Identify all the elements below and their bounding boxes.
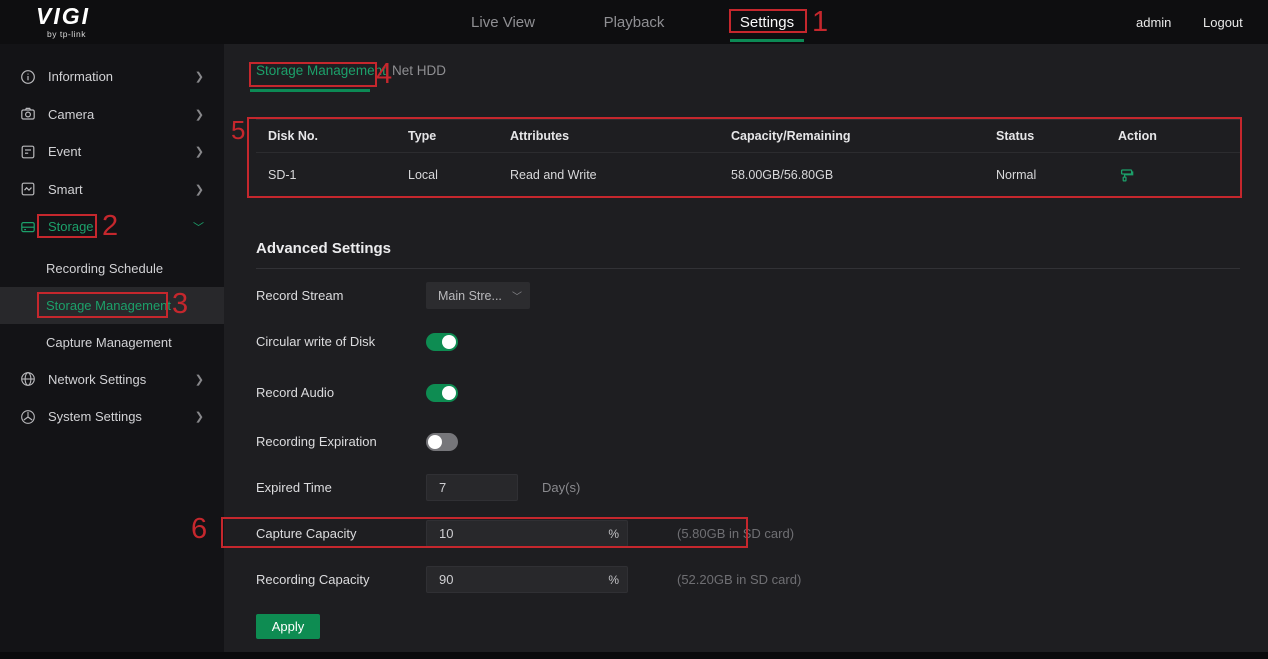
- tab-storage-management[interactable]: Storage Management: [256, 63, 386, 78]
- chevron-right-icon: ❯: [195, 410, 204, 423]
- event-icon: [20, 144, 36, 160]
- capture-capacity-label: Capture Capacity: [256, 526, 426, 541]
- sidebar-item-storage-management[interactable]: Storage Management: [0, 287, 224, 324]
- sidebar-item-recording-schedule[interactable]: Recording Schedule: [0, 250, 224, 287]
- recording-expiration-toggle[interactable]: [426, 433, 458, 451]
- chevron-right-icon: ❯: [195, 183, 204, 196]
- sidebar-subitem-label: Storage Management: [46, 298, 171, 313]
- vigi-logo: VIGI by tp-link: [36, 5, 90, 39]
- recording-capacity-hint: (52.20GB in SD card): [677, 566, 801, 593]
- sidebar-item-capture-management[interactable]: Capture Management: [0, 324, 224, 361]
- cell-disk-no: SD-1: [256, 168, 408, 182]
- logo-subtitle: by tp-link: [36, 29, 90, 39]
- sidebar-item-label: Network Settings: [48, 372, 195, 387]
- record-audio-label: Record Audio: [256, 385, 426, 400]
- tab-net-hdd[interactable]: Net HDD: [392, 63, 446, 78]
- record-stream-label: Record Stream: [256, 288, 426, 303]
- username-label: admin: [1136, 0, 1171, 44]
- sidebar-item-label: Smart: [48, 182, 195, 197]
- col-attributes: Attributes: [510, 129, 731, 143]
- sidebar-subitem-label: Capture Management: [46, 335, 172, 350]
- chevron-right-icon: ❯: [195, 70, 204, 83]
- circular-write-row: Circular write of Disk: [256, 328, 458, 355]
- record-audio-toggle[interactable]: [426, 384, 458, 402]
- expired-time-unit: Day(s): [542, 480, 580, 495]
- capture-capacity-input[interactable]: [426, 520, 628, 547]
- sidebar-item-event[interactable]: Event ❯: [0, 133, 224, 171]
- logo-title: VIGI: [36, 5, 90, 28]
- sidebar-item-camera[interactable]: Camera ❯: [0, 96, 224, 134]
- sidebar-item-information[interactable]: Information ❯: [0, 58, 224, 96]
- chevron-down-icon: ﹀: [512, 288, 522, 303]
- recording-expiration-label: Recording Expiration: [256, 434, 426, 449]
- col-disk-no: Disk No.: [256, 129, 408, 143]
- sidebar-item-label: System Settings: [48, 409, 195, 424]
- system-icon: [20, 409, 36, 425]
- circular-write-label: Circular write of Disk: [256, 334, 426, 349]
- chevron-down-icon: ﹀: [193, 219, 204, 235]
- section-divider: [256, 268, 1240, 269]
- cell-status: Normal: [996, 168, 1118, 182]
- record-audio-row: Record Audio: [256, 379, 458, 406]
- sidebar-item-label: Event: [48, 144, 195, 159]
- sidebar-item-label: Storage: [48, 219, 193, 234]
- format-roller-icon[interactable]: [1118, 167, 1230, 184]
- col-capacity: Capacity/Remaining: [731, 129, 996, 143]
- recording-capacity-input[interactable]: [426, 566, 628, 593]
- capture-capacity-hint: (5.80GB in SD card): [677, 520, 794, 547]
- sidebar-subitem-label: Recording Schedule: [46, 261, 163, 276]
- expired-time-label: Expired Time: [256, 480, 426, 495]
- expired-time-row: Expired Time Day(s): [256, 474, 580, 501]
- nav-active-underline: [730, 39, 804, 42]
- chevron-right-icon: ❯: [195, 145, 204, 158]
- sidebar-item-label: Camera: [48, 107, 195, 122]
- table-header-row: Disk No. Type Attributes Capacity/Remain…: [256, 120, 1240, 153]
- recording-capacity-row: Recording Capacity % (52.20GB in SD card…: [256, 566, 628, 593]
- sidebar-item-system-settings[interactable]: System Settings ❯: [0, 398, 224, 436]
- circular-write-toggle[interactable]: [426, 333, 458, 351]
- top-bar: VIGI by tp-link Live View Playback Setti…: [0, 0, 1268, 44]
- sidebar-item-storage[interactable]: Storage ﹀: [0, 208, 224, 246]
- nav-playback[interactable]: Playback: [604, 0, 665, 44]
- nav-settings[interactable]: Settings: [740, 0, 794, 44]
- advanced-settings-title: Advanced Settings: [256, 240, 391, 257]
- tab-active-underline: [250, 89, 370, 92]
- chevron-right-icon: ❯: [195, 373, 204, 386]
- expired-time-input[interactable]: [426, 474, 518, 501]
- main-content: Storage Management Net HDD Disk No. Type…: [224, 44, 1268, 659]
- recording-capacity-label: Recording Capacity: [256, 572, 426, 587]
- col-type: Type: [408, 129, 510, 143]
- sidebar-item-network-settings[interactable]: Network Settings ❯: [0, 361, 224, 399]
- sidebar-item-smart[interactable]: Smart ❯: [0, 171, 224, 209]
- sidebar: Information ❯ Camera ❯ Event ❯: [0, 44, 224, 659]
- app-window: VIGI by tp-link Live View Playback Setti…: [0, 0, 1268, 659]
- toggle-knob: [428, 435, 442, 449]
- disk-table: Disk No. Type Attributes Capacity/Remain…: [256, 119, 1240, 198]
- capture-capacity-row: Capture Capacity % (5.80GB in SD card): [256, 520, 628, 547]
- smart-icon: [20, 181, 36, 197]
- bottom-strip: [0, 652, 1268, 659]
- globe-icon: [20, 371, 36, 387]
- info-icon: [20, 69, 36, 85]
- nav-live-view[interactable]: Live View: [471, 0, 535, 44]
- camera-icon: [20, 106, 36, 122]
- chevron-right-icon: ❯: [195, 108, 204, 121]
- toggle-knob: [442, 335, 456, 349]
- cell-attributes: Read and Write: [510, 168, 731, 182]
- record-stream-row: Record Stream Main Stre... ﹀: [256, 282, 530, 309]
- col-status: Status: [996, 129, 1118, 143]
- cell-capacity: 58.00GB/56.80GB: [731, 168, 996, 182]
- recording-expiration-row: Recording Expiration: [256, 428, 458, 455]
- storage-submenu: Recording Schedule Storage Management Ca…: [0, 250, 224, 361]
- cell-type: Local: [408, 168, 510, 182]
- record-stream-value: Main Stre...: [438, 289, 512, 303]
- storage-icon: [20, 219, 36, 235]
- table-row: SD-1 Local Read and Write 58.00GB/56.80G…: [256, 153, 1240, 198]
- record-stream-select[interactable]: Main Stre... ﹀: [426, 282, 530, 309]
- sidebar-item-label: Information: [48, 69, 195, 84]
- toggle-knob: [442, 386, 456, 400]
- apply-button[interactable]: Apply: [256, 614, 320, 639]
- logout-button[interactable]: Logout: [1203, 0, 1243, 44]
- col-action: Action: [1118, 129, 1230, 143]
